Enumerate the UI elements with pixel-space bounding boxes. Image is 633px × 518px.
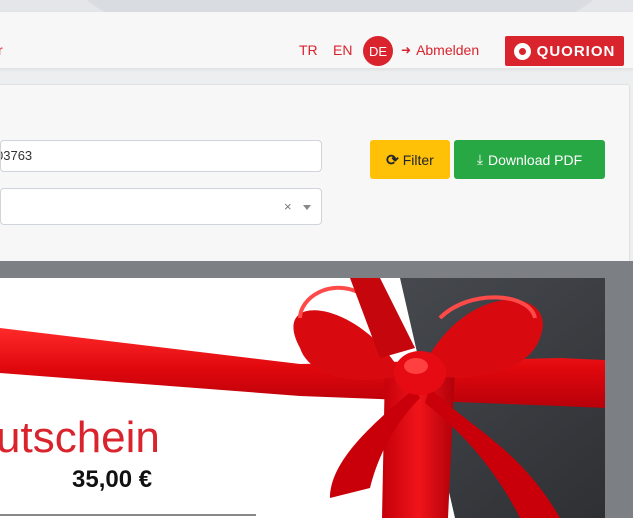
nav-link-partial[interactable]: r	[0, 42, 3, 58]
lang-en[interactable]: EN	[333, 42, 352, 58]
voucher-select[interactable]: ×	[0, 188, 322, 225]
download-icon: ⤓	[476, 151, 484, 167]
voucher-amount: 35,00 €	[72, 466, 153, 493]
filter-button[interactable]: ⟳ Filter	[370, 140, 450, 179]
select-clear-icon[interactable]: ×	[284, 199, 292, 214]
refresh-icon: ⟳	[386, 151, 399, 169]
voucher-preview: utschein 35,00 €	[0, 278, 605, 518]
brand-logo[interactable]: QUORION	[505, 36, 624, 66]
lang-tr[interactable]: TR	[299, 42, 318, 58]
brand-q-icon	[513, 42, 531, 60]
chevron-down-icon[interactable]	[303, 205, 311, 210]
download-pdf-label: Download PDF	[488, 151, 583, 168]
lang-de-active[interactable]: DE	[363, 36, 393, 66]
download-pdf-button[interactable]: ⤓ Download PDF	[454, 140, 605, 179]
top-decoration	[0, 0, 633, 20]
filter-button-label: Filter	[402, 151, 434, 168]
logout-icon: ➜	[401, 43, 412, 57]
voucher-title: utschein	[0, 413, 160, 462]
voucher-id-value: 03763	[1, 148, 33, 163]
brand-name: QUORION	[536, 42, 616, 60]
logout-link[interactable]: ➜ Abmelden	[401, 42, 479, 58]
voucher-divider	[0, 514, 256, 516]
voucher-id-input[interactable]: 03763	[0, 140, 322, 172]
logout-label: Abmelden	[416, 42, 480, 58]
top-navbar: r TR EN DE ➜ Abmelden QUORION	[0, 12, 633, 69]
